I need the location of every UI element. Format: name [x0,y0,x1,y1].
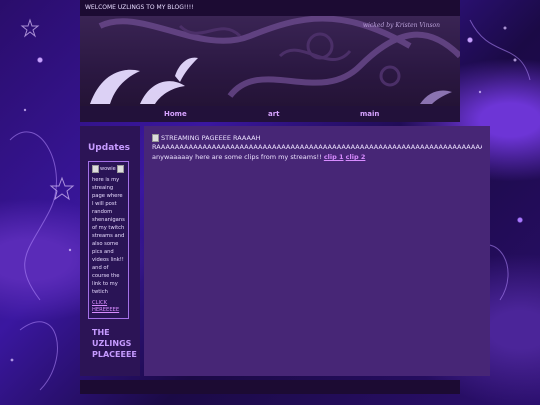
nav-main-link[interactable]: main [360,110,379,118]
sidebar-update-box: wowie here is my streaing page where I w… [88,161,129,319]
nav-bar: Home art main [80,106,460,122]
nav-home-link[interactable]: Home [164,110,187,118]
main-intro-text: anywaaaaay here are some clips from my s… [152,153,322,161]
sidebar-image-alt: wowie [100,166,116,172]
broken-image-icon [116,165,124,173]
sidebar-footer: THE UZLINGS PLACEEEE [92,327,137,360]
footer-bar [80,380,460,394]
main-raaah-line: RAAAAAAAAAAAAAAAAAAAAAAAAAAAAAAAAAAAAAAA… [152,143,482,151]
main-content: STREAMING PAGEEEE RAAAAH RAAAAAAAAAAAAAA… [144,126,490,376]
banner: wicked by Kristen Vinson [80,16,460,106]
welcome-bar: WELCOME UZLINGS TO MY BLOG!!!! [80,0,460,16]
broken-image-icon [152,134,159,142]
broken-image-icon [92,165,99,173]
sidebar-footer-line: UZLINGS [92,339,132,348]
sidebar-footer-line: THE [92,328,110,337]
main-image: STREAMING PAGEEEE RAAAAH [152,134,482,142]
sidebar-text: here is my streaing page where I will po… [92,177,125,295]
sidebar-footer-line: PLACEEEE [92,350,137,359]
main-intro-line: anywaaaaay here are some clips from my s… [152,152,482,162]
sidebar-image: wowie [92,165,125,173]
nav-art-link[interactable]: art [268,110,280,118]
welcome-text: WELCOME UZLINGS TO MY BLOG!!!! [85,4,194,11]
sidebar-click-link[interactable]: CLICK HEREEEEE [92,300,125,314]
sidebar: Updates wowie here is my streaing page w… [80,126,140,376]
main-image-alt: STREAMING PAGEEEE RAAAAH [161,134,261,142]
blog-page: WELCOME UZLINGS TO MY BLOG!!!! wicked by… [80,0,490,405]
sidebar-title: Updates [88,143,131,153]
banner-swirl-art [90,16,460,104]
banner-signature: wicked by Kristen Vinson [362,22,440,29]
clip-2-link[interactable]: clip 2 [346,153,366,161]
clip-1-link[interactable]: clip 1 [324,153,344,161]
